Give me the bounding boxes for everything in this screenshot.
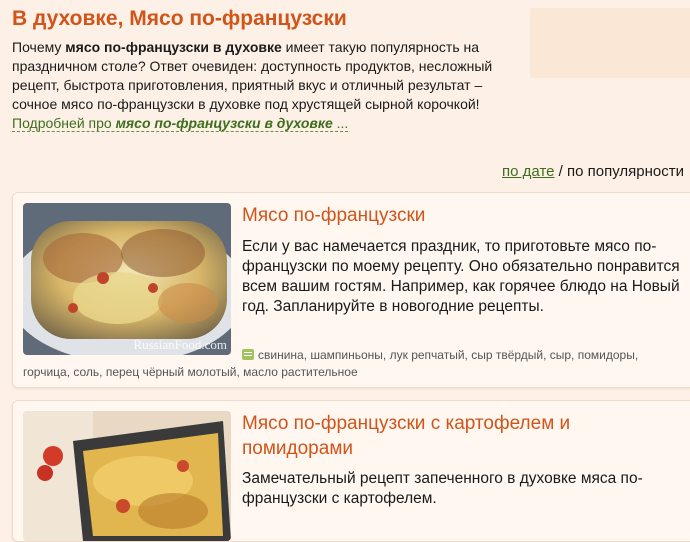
more-link-prefix: Подробней про xyxy=(12,115,116,131)
ingredients-line-2: горчица, соль, перец чёрный молотый, мас… xyxy=(23,365,358,379)
recipe-title-link[interactable]: Мясо по-французски с картофелем и помидо… xyxy=(242,411,662,461)
recipe-ingredients: свинина, шампиньоны, лук репчатый, сыр т… xyxy=(23,347,690,381)
recipe-photo-graphic xyxy=(23,411,231,541)
category-desc-text-1: Почему xyxy=(12,39,66,55)
sort-separator: / xyxy=(554,163,568,180)
recipe-photo-graphic xyxy=(23,203,231,355)
sort-controls: по дате / по популярности xyxy=(502,163,684,180)
ingredients-line-1: свинина, шампиньоны, лук репчатый, сыр т… xyxy=(258,348,639,362)
recipe-image[interactable] xyxy=(23,411,231,541)
more-link-bold: мясо по-французски в духовке xyxy=(115,115,333,131)
recipe-title-link[interactable]: Мясо по-французски xyxy=(242,203,425,228)
recipe-image[interactable]: RussianFood.com xyxy=(23,203,231,355)
more-link-suffix: ... xyxy=(332,115,349,131)
ingredients-list-icon xyxy=(242,349,254,360)
category-description: Почему мясо по-французски в духовке имее… xyxy=(12,38,512,133)
more-about-link[interactable]: Подробней про мясо по-французски в духов… xyxy=(12,115,349,132)
promo-box xyxy=(530,8,690,78)
recipe-card: Мясо по-французски с картофелем и помидо… xyxy=(12,400,690,542)
recipe-description: Замечательный рецепт запеченного в духов… xyxy=(242,470,643,507)
recipe-card: RussianFood.com Мясо по-французски Если … xyxy=(12,192,690,388)
category-desc-bold: мясо по-французски в духовке xyxy=(65,39,282,55)
recipe-description: Если у вас намечается праздник, то приго… xyxy=(242,238,680,315)
category-title: В духовке, Мясо по-французски xyxy=(12,7,347,30)
sort-by-popularity-label: по популярности xyxy=(567,163,684,180)
sort-by-date-link[interactable]: по дате xyxy=(502,163,554,180)
